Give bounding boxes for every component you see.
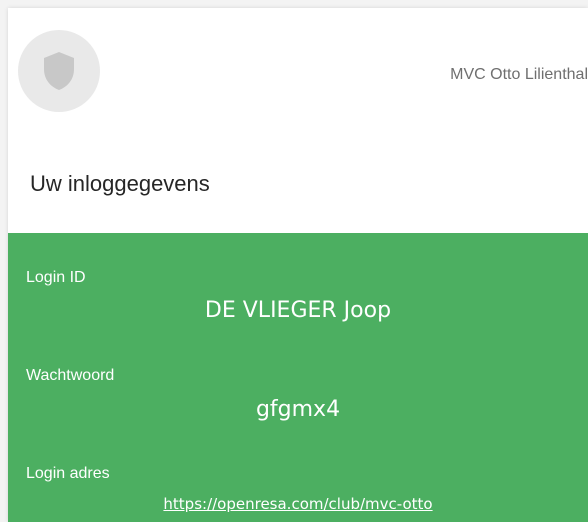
section-title: Uw inloggegevens: [30, 171, 210, 196]
password-value: gfgmx4: [255, 397, 341, 422]
login-address-link[interactable]: https://openresa.com/club/mvc-otto: [8, 495, 588, 513]
credentials-panel: Login ID DE VLIEGER Joop Wachtwoord gfgm…: [8, 233, 588, 522]
login-address-label: Login adres: [26, 465, 110, 482]
login-id-value: DE VLIEGER Joop: [204, 298, 392, 323]
club-name: MVC Otto Lilienthal: [450, 66, 588, 83]
login-card: MVC Otto Lilienthal Uw inloggegevens Log…: [8, 8, 588, 522]
shield-icon: [42, 51, 76, 91]
login-id-label: Login ID: [26, 269, 86, 286]
club-logo: [18, 30, 100, 112]
password-label: Wachtwoord: [26, 367, 115, 384]
